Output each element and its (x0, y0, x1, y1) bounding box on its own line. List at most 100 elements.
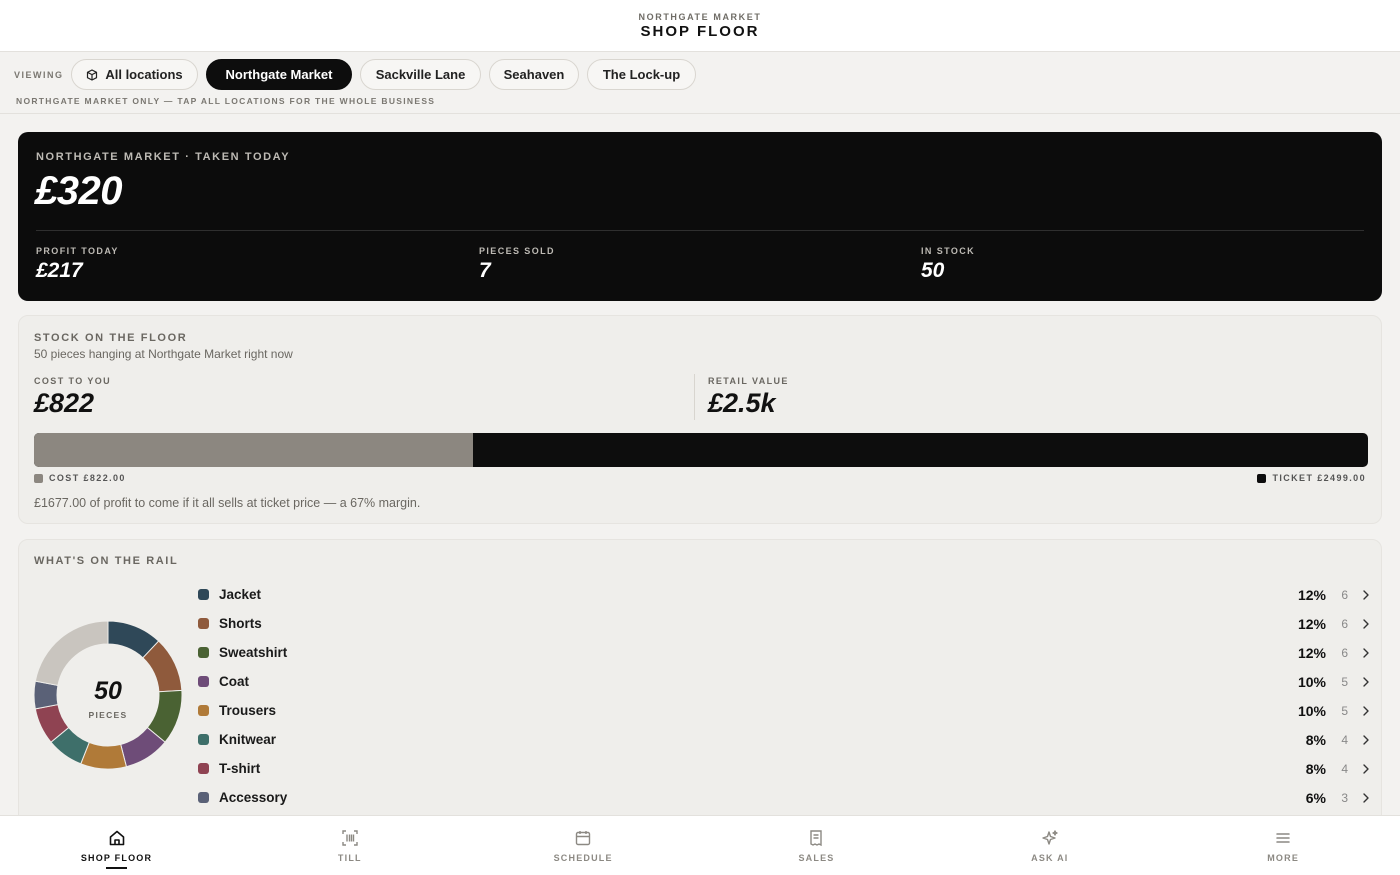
category-percent: 12% (1297, 615, 1326, 632)
category-name: Sweatshirt (219, 645, 288, 660)
nav-label: MORE (1267, 853, 1300, 863)
chip-label: Sackville Lane (375, 67, 466, 82)
stock-subtitle: 50 pieces hanging at Northgate Market ri… (34, 347, 293, 361)
category-percent: 10% (1297, 673, 1326, 690)
category-swatch (198, 589, 209, 600)
category-percent: 12% (1297, 586, 1326, 603)
rail-row-trousers[interactable]: Trousers 10% 5 (198, 696, 1370, 725)
viewing-label: VIEWING (14, 70, 64, 80)
nav-till[interactable]: TILL (233, 816, 466, 875)
menu-icon (1167, 829, 1400, 847)
rail-row-shorts[interactable]: Shorts 12% 6 (198, 609, 1370, 638)
takings-value: £320 (35, 169, 122, 213)
category-name: Shorts (219, 616, 262, 631)
nav-schedule[interactable]: SCHEDULE (467, 816, 700, 875)
chip-the-lock-up[interactable]: The Lock-up (587, 59, 696, 90)
legend-cost: COST £822.00 (34, 473, 126, 483)
takings-card: NORTHGATE MARKET · TAKEN TODAY £320 PROF… (18, 132, 1382, 301)
in-stock-value: 50 (921, 259, 945, 282)
category-swatch (198, 676, 209, 687)
category-count: 5 (1341, 703, 1348, 718)
category-count: 6 (1341, 645, 1348, 660)
chip-label: Northgate Market (225, 67, 333, 82)
chip-label: The Lock-up (602, 67, 681, 82)
pieces-sold-value: 7 (479, 259, 491, 282)
chip-all-locations[interactable]: All locations (71, 59, 198, 90)
rail-row-accessory[interactable]: Accessory 6% 3 (198, 783, 1370, 812)
category-percent: 8% (1305, 731, 1326, 748)
page-title: SHOP FLOOR (640, 23, 760, 40)
category-swatch (198, 792, 209, 803)
profit-today-label: PROFIT TODAY (36, 246, 119, 256)
location-filter-bar: VIEWING All locations Northgate Market S… (0, 52, 1400, 114)
chevron-right-icon (1348, 676, 1370, 687)
retail-value: £2.5k (708, 388, 776, 418)
rail-row-jacket[interactable]: Jacket 12% 6 (198, 580, 1370, 609)
chip-sackville-lane[interactable]: Sackville Lane (360, 59, 481, 90)
category-count: 5 (1341, 674, 1348, 689)
chip-seahaven[interactable]: Seahaven (489, 59, 579, 90)
rail-title: WHAT'S ON THE RAIL (34, 555, 179, 567)
rail-card: WHAT'S ON THE RAIL 50 PIECES Jacket 12% 6 S… (18, 539, 1382, 829)
chip-northgate-market[interactable]: Northgate Market (206, 59, 352, 90)
category-count: 3 (1341, 790, 1348, 805)
receipt-icon (700, 829, 933, 847)
chip-label: All locations (105, 67, 183, 82)
takings-label: NORTHGATE MARKET · TAKEN TODAY (36, 151, 291, 163)
stock-card: STOCK ON THE FLOOR 50 pieces hanging at … (18, 315, 1382, 524)
pieces-sold-label: PIECES SOLD (479, 246, 555, 256)
nav-sales[interactable]: SALES (700, 816, 933, 875)
nav-label: SALES (798, 853, 835, 863)
category-name: Coat (219, 674, 249, 689)
chevron-right-icon (1348, 763, 1370, 774)
margin-note: £1677.00 of profit to come if it all sel… (34, 496, 421, 510)
nav-label: ASK AI (1031, 853, 1069, 863)
chevron-right-icon (1348, 647, 1370, 658)
category-percent: 12% (1297, 644, 1326, 661)
divider (694, 374, 695, 420)
chevron-right-icon (1348, 734, 1370, 745)
donut-caption: PIECES (88, 710, 128, 720)
location-kicker: NORTHGATE MARKET (638, 12, 762, 22)
category-name: Accessory (219, 790, 288, 805)
donut-center: 50 PIECES (33, 620, 183, 770)
category-swatch (198, 734, 209, 745)
nav-label: SHOP FLOOR (80, 853, 153, 863)
rail-row-coat[interactable]: Coat 10% 5 (198, 667, 1370, 696)
category-swatch (198, 763, 209, 774)
cost-label: COST TO YOU (34, 376, 112, 386)
category-swatch (198, 647, 209, 658)
legend-cost-label: COST £822.00 (49, 473, 126, 483)
category-percent: 10% (1297, 702, 1326, 719)
category-swatch (198, 705, 209, 716)
category-count: 6 (1341, 616, 1348, 631)
box-icon (87, 68, 98, 81)
divider (36, 230, 1364, 231)
chevron-right-icon (1348, 705, 1370, 716)
chevron-right-icon (1348, 589, 1370, 600)
category-name: Jacket (219, 587, 262, 602)
barcode-scan-icon (233, 829, 466, 847)
rail-row-sweatshirt[interactable]: Sweatshirt 12% 6 (198, 638, 1370, 667)
rail-row-knitwear[interactable]: Knitwear 8% 4 (198, 725, 1370, 754)
viewing-note: NORTHGATE MARKET ONLY — TAP ALL LOCATION… (16, 96, 436, 106)
app-header: NORTHGATE MARKET SHOP FLOOR (0, 0, 1400, 52)
nav-label: TILL (337, 853, 362, 863)
nav-label: SCHEDULE (553, 853, 613, 863)
category-name: T-shirt (219, 761, 261, 776)
category-name: Trousers (219, 703, 277, 718)
category-name: Knitwear (219, 732, 277, 747)
nav-more[interactable]: MORE (1167, 816, 1400, 875)
nav-ask-ai[interactable]: ASK AI (933, 816, 1166, 875)
calendar-icon (467, 829, 700, 847)
legend-swatch (34, 473, 43, 483)
rail-row-t-shirt[interactable]: T-shirt 8% 4 (198, 754, 1370, 783)
bottom-navigation: SHOP FLOOR TILL SCHEDULE SALES ASK AI MORE (0, 815, 1400, 875)
category-count: 4 (1341, 732, 1348, 747)
nav-shop-floor[interactable]: SHOP FLOOR (0, 816, 233, 875)
active-indicator (106, 867, 127, 869)
legend-ticket-label: TICKET £2499.00 (1272, 473, 1366, 483)
category-swatch (198, 618, 209, 629)
home-icon (0, 829, 233, 847)
category-count: 4 (1341, 761, 1348, 776)
